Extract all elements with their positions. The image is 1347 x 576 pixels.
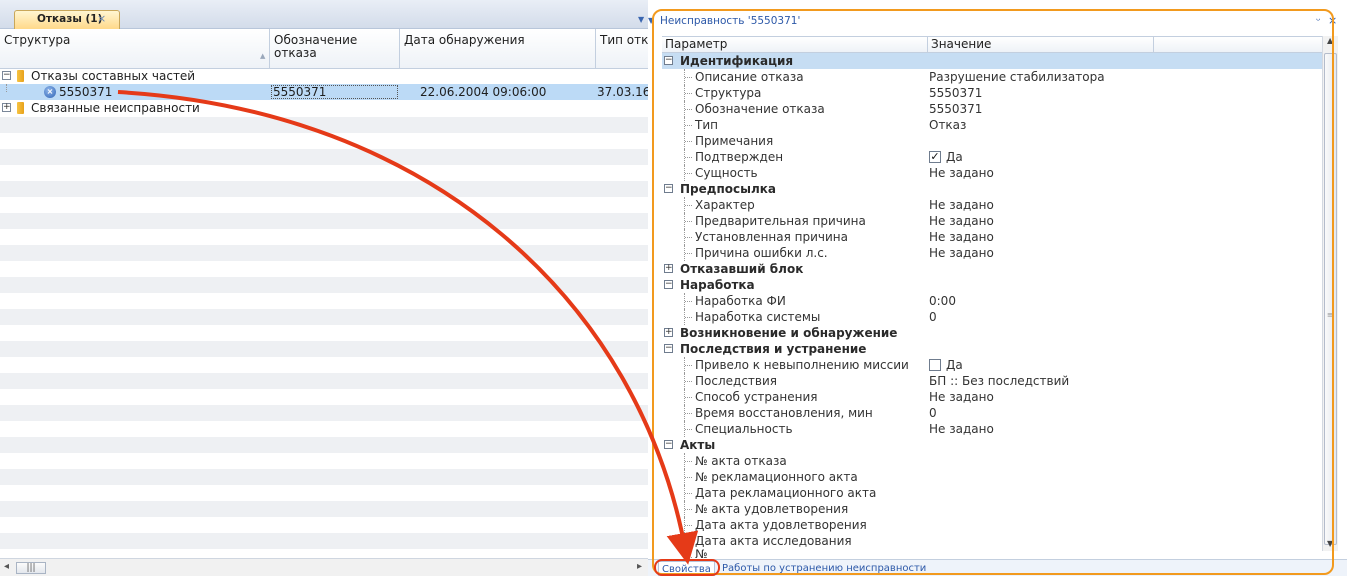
folder-icon bbox=[17, 102, 24, 114]
column-header-designation[interactable]: Обозначение отказа bbox=[270, 29, 400, 69]
cell-structure: 5550371 bbox=[59, 85, 113, 99]
tree-group-row[interactable]: − Отказы составных частей bbox=[0, 68, 648, 84]
cell-type: 37.03.160 bbox=[597, 85, 648, 99]
empty-row bbox=[0, 245, 648, 261]
highlight-frame bbox=[652, 9, 1334, 575]
empty-row bbox=[0, 373, 648, 389]
scroll-right-icon[interactable]: ▸ bbox=[637, 561, 642, 572]
empty-row bbox=[0, 341, 648, 357]
grid-header: Структура ▲ Обозначение отказа Дата обна… bbox=[0, 29, 648, 69]
empty-row bbox=[0, 501, 648, 517]
group-label: Связанные неисправности bbox=[31, 101, 200, 115]
empty-row bbox=[0, 405, 648, 421]
column-header-type[interactable]: Тип отка bbox=[596, 29, 648, 69]
table-row-selected[interactable]: × 5550371 5550371 22.06.2004 09:06:00 37… bbox=[0, 84, 648, 100]
empty-row bbox=[0, 149, 648, 165]
highlight-circle bbox=[654, 559, 720, 576]
collapse-icon[interactable]: − bbox=[2, 71, 11, 80]
horizontal-scrollbar[interactable]: ◂ ||| ▸ bbox=[0, 558, 648, 576]
tab-dropdown-icon[interactable]: ▼ bbox=[638, 15, 644, 24]
column-header-structure[interactable]: Структура bbox=[0, 29, 270, 69]
empty-row bbox=[0, 533, 648, 549]
empty-row bbox=[0, 181, 648, 197]
tab-failures-label: Отказы (1) bbox=[37, 13, 103, 25]
empty-row bbox=[0, 213, 648, 229]
tree-connector bbox=[6, 84, 7, 92]
folder-icon bbox=[17, 70, 24, 82]
empty-row bbox=[0, 277, 648, 293]
column-header-detection-date[interactable]: Дата обнаружения bbox=[400, 29, 596, 69]
expand-icon[interactable]: + bbox=[2, 103, 11, 112]
scroll-left-icon[interactable]: ◂ bbox=[4, 561, 9, 572]
cell-detection-date: 22.06.2004 09:06:00 bbox=[420, 85, 547, 99]
tab-close-icon[interactable]: × bbox=[97, 12, 106, 25]
failure-icon: × bbox=[44, 86, 56, 98]
tree-group-row[interactable]: + Связанные неисправности bbox=[0, 100, 648, 116]
cell-designation[interactable]: 5550371 bbox=[271, 85, 398, 99]
empty-row bbox=[0, 437, 648, 453]
failures-list-panel: Отказы (1) × ▼ Структура ▲ Обозначение о… bbox=[0, 0, 648, 576]
scroll-thumb[interactable]: ||| bbox=[16, 562, 46, 574]
empty-row bbox=[0, 309, 648, 325]
tab-failures[interactable]: Отказы (1) × bbox=[14, 10, 120, 29]
group-label: Отказы составных частей bbox=[31, 69, 196, 83]
empty-row bbox=[0, 117, 648, 133]
empty-row bbox=[0, 469, 648, 485]
sort-arrow-icon: ▲ bbox=[260, 52, 266, 60]
document-tabstrip: Отказы (1) × ▼ bbox=[0, 0, 648, 29]
